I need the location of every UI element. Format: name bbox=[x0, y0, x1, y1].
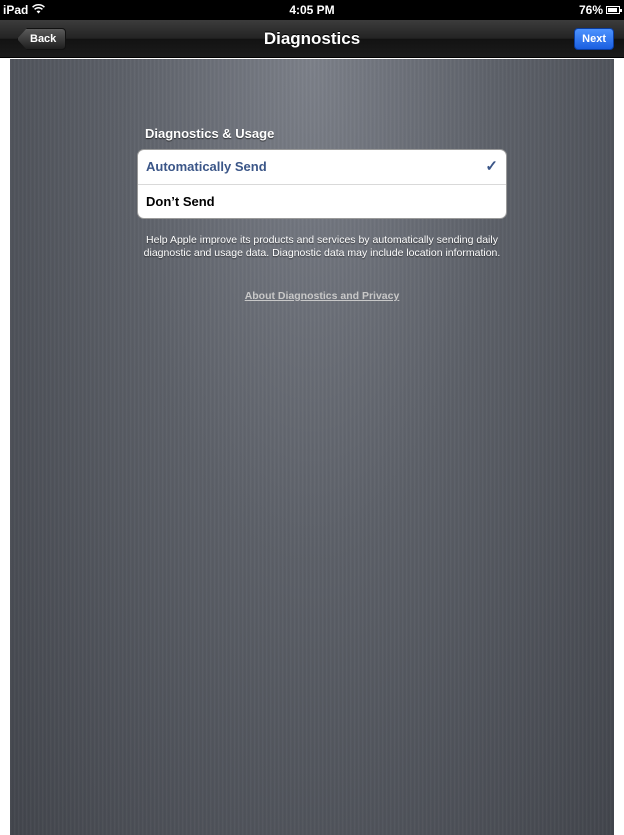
status-time: 4:05 PM bbox=[289, 3, 335, 17]
frame-right bbox=[614, 0, 624, 835]
option-label: Automatically Send bbox=[146, 159, 267, 174]
option-label: Don’t Send bbox=[146, 194, 215, 209]
next-button[interactable]: Next bbox=[574, 28, 614, 50]
about-diagnostics-link[interactable]: About Diagnostics and Privacy bbox=[140, 290, 504, 302]
checkmark-icon: ✓ bbox=[485, 158, 498, 175]
frame-left bbox=[0, 0, 10, 835]
option-automatically-send[interactable]: Automatically Send ✓ bbox=[138, 150, 506, 185]
options-group: Automatically Send ✓ Don’t Send bbox=[137, 149, 507, 219]
nav-bar: Back Diagnostics Next bbox=[0, 20, 624, 58]
status-right: 76% bbox=[578, 3, 622, 17]
page-title: Diagnostics bbox=[263, 29, 361, 48]
section-header: Diagnostics & Usage bbox=[145, 126, 275, 141]
status-bar: iPad 4:05 PM 76% bbox=[0, 0, 624, 20]
battery-icon bbox=[606, 6, 622, 14]
option-dont-send[interactable]: Don’t Send bbox=[138, 185, 506, 218]
footer-description: Help Apple improve its products and serv… bbox=[143, 234, 501, 259]
battery-fill bbox=[608, 8, 618, 12]
battery-percent: 76% bbox=[578, 3, 603, 17]
